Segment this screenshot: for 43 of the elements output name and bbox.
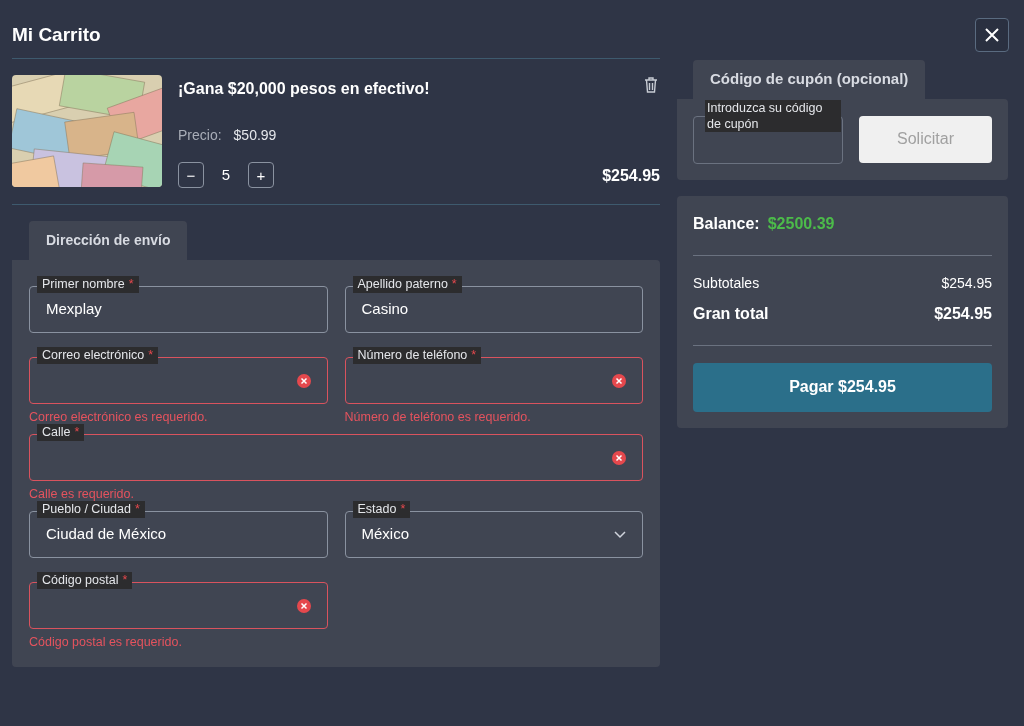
error-icon	[296, 373, 311, 388]
subtotal-label: Subtotales	[693, 273, 760, 293]
total-label: Gran total	[693, 303, 769, 324]
quantity-value: 5	[220, 164, 232, 185]
field-label: Código postal	[42, 572, 119, 589]
field-value: México	[361, 524, 410, 545]
close-icon	[984, 27, 1000, 43]
error-icon	[612, 373, 626, 388]
input-field[interactable]	[29, 434, 643, 481]
required-mark: *	[471, 347, 477, 364]
field-value: Mexplay	[46, 299, 103, 320]
error-icon	[612, 450, 626, 465]
increase-button[interactable]: +	[248, 162, 274, 188]
section-tab[interactable]: Código de cupón (opcional)	[693, 60, 926, 99]
trash-icon[interactable]	[644, 77, 658, 93]
product-title: ¡Gana $20,000 pesos en efectivo!	[178, 79, 430, 99]
field-placeholder: Introduzca su código de cupón	[705, 99, 841, 132]
field-value: Casino	[361, 299, 410, 320]
error-message: Número de teléfono es requerido.	[344, 409, 532, 426]
window-title: Mi Carrito	[12, 22, 101, 47]
error-message: Correo electrónico es requerido.	[29, 409, 209, 426]
total-value: $254.95	[934, 303, 992, 324]
error-message: Código postal es requerido.	[29, 634, 183, 651]
subtotal-value: $254.95	[941, 273, 992, 293]
chevron-down-icon	[614, 530, 626, 539]
error-icon	[296, 598, 311, 613]
field-label: Número de teléfono	[357, 347, 468, 364]
field-value: Ciudad de México	[46, 524, 168, 545]
field-label: Correo electrónico	[42, 347, 145, 364]
decrease-button[interactable]: −	[178, 162, 204, 188]
balance-label: Balance:	[693, 213, 760, 234]
close-button[interactable]	[975, 18, 1009, 52]
required-mark: *	[148, 347, 153, 364]
field-label: Calle	[42, 424, 71, 441]
price-label: Precio:	[178, 126, 222, 145]
section-tab[interactable]: Dirección de envío	[29, 221, 188, 260]
pay-button[interactable]: Pagar $254.95	[693, 362, 992, 412]
error-message: Calle es requerido.	[29, 486, 135, 503]
balance-value: $2500.39	[767, 213, 835, 234]
required-mark: *	[74, 424, 80, 441]
price-value: $50.99	[233, 126, 277, 145]
required-mark: *	[122, 572, 128, 589]
line-total: $254.95	[602, 166, 660, 186]
